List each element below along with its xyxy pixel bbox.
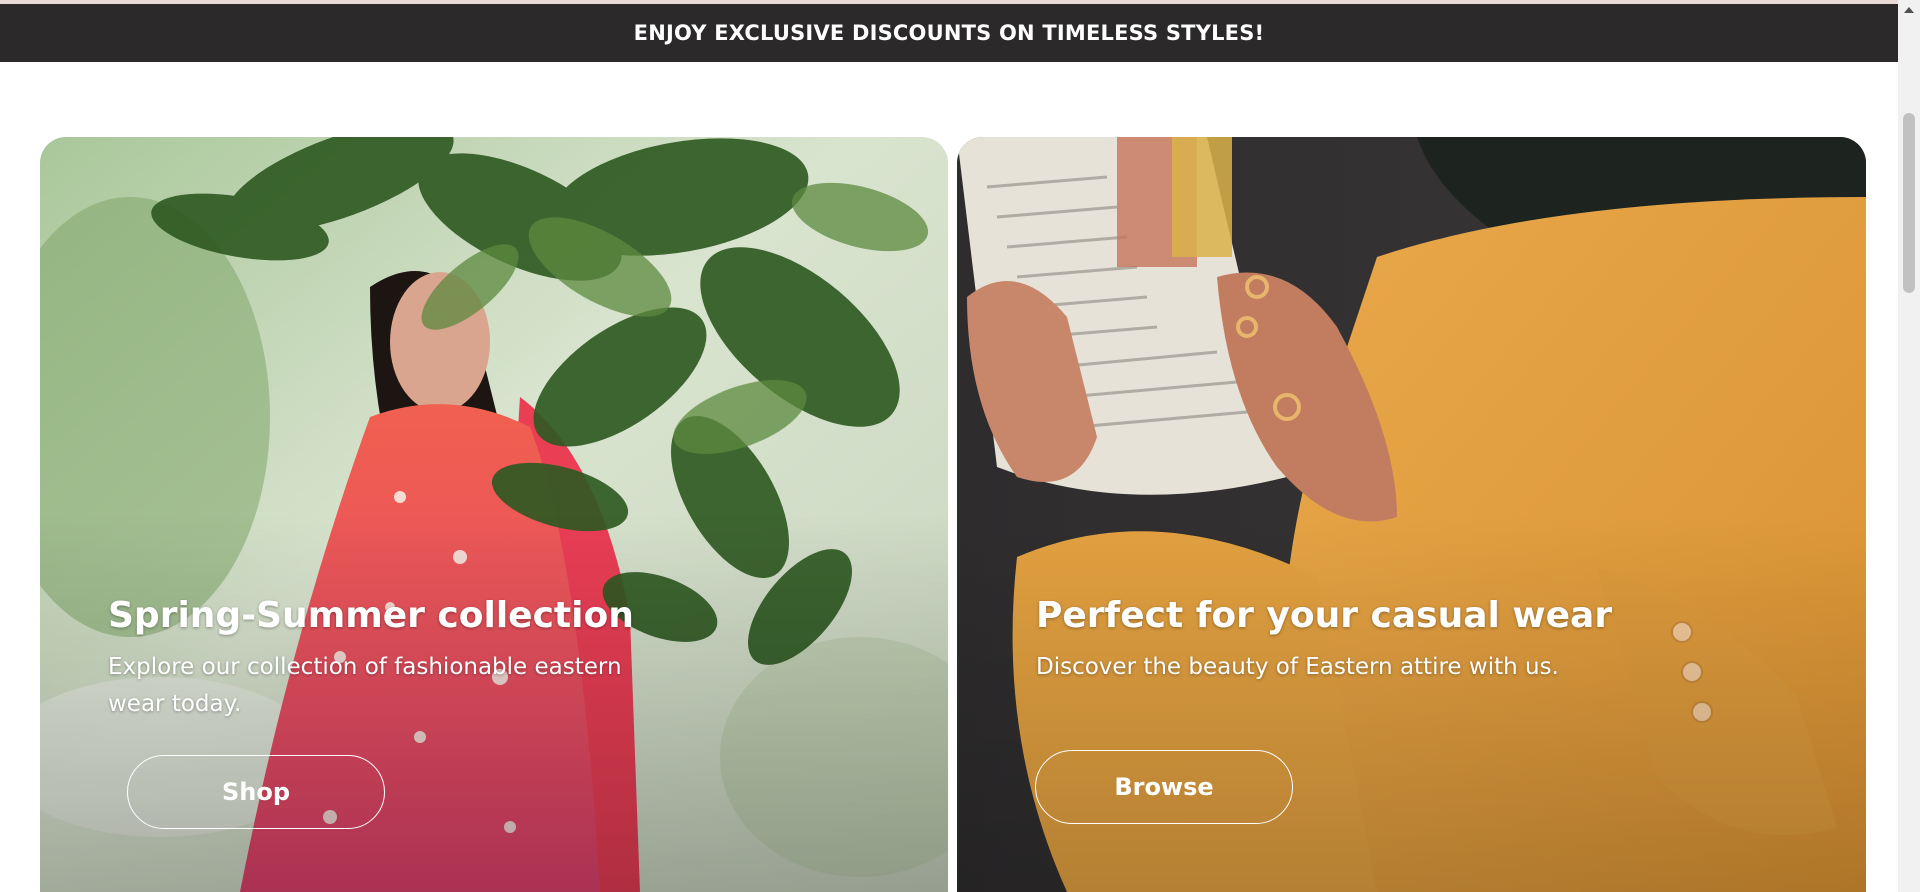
casual-wear-card[interactable]: Perfect for your casual wear Discover th…: [957, 137, 1866, 892]
scroll-up-arrow-icon[interactable]: [1904, 7, 1914, 13]
casual-wear-description: Discover the beauty of Eastern attire wi…: [1036, 654, 1559, 681]
announcement-text: ENJOY EXCLUSIVE DISCOUNTS ON TIMELESS ST…: [633, 21, 1265, 45]
shop-button[interactable]: Shop: [127, 755, 385, 829]
spring-summer-description: Explore our collection of fashionable ea…: [108, 654, 622, 717]
browse-button[interactable]: Browse: [1035, 750, 1293, 824]
casual-wear-title: Perfect for your casual wear: [1036, 595, 1613, 636]
page-scrollbar[interactable]: [1898, 0, 1920, 892]
page: ENJOY EXCLUSIVE DISCOUNTS ON TIMELESS ST…: [0, 0, 1920, 892]
announcement-bar: ENJOY EXCLUSIVE DISCOUNTS ON TIMELESS ST…: [0, 4, 1898, 62]
spring-summer-content: Spring-Summer collection Explore our col…: [108, 594, 668, 723]
spring-summer-title: Spring-Summer collection: [108, 595, 634, 636]
scroll-thumb[interactable]: [1903, 113, 1915, 293]
casual-wear-content: Perfect for your casual wear Discover th…: [1036, 594, 1736, 686]
spring-summer-card[interactable]: Spring-Summer collection Explore our col…: [40, 137, 948, 892]
